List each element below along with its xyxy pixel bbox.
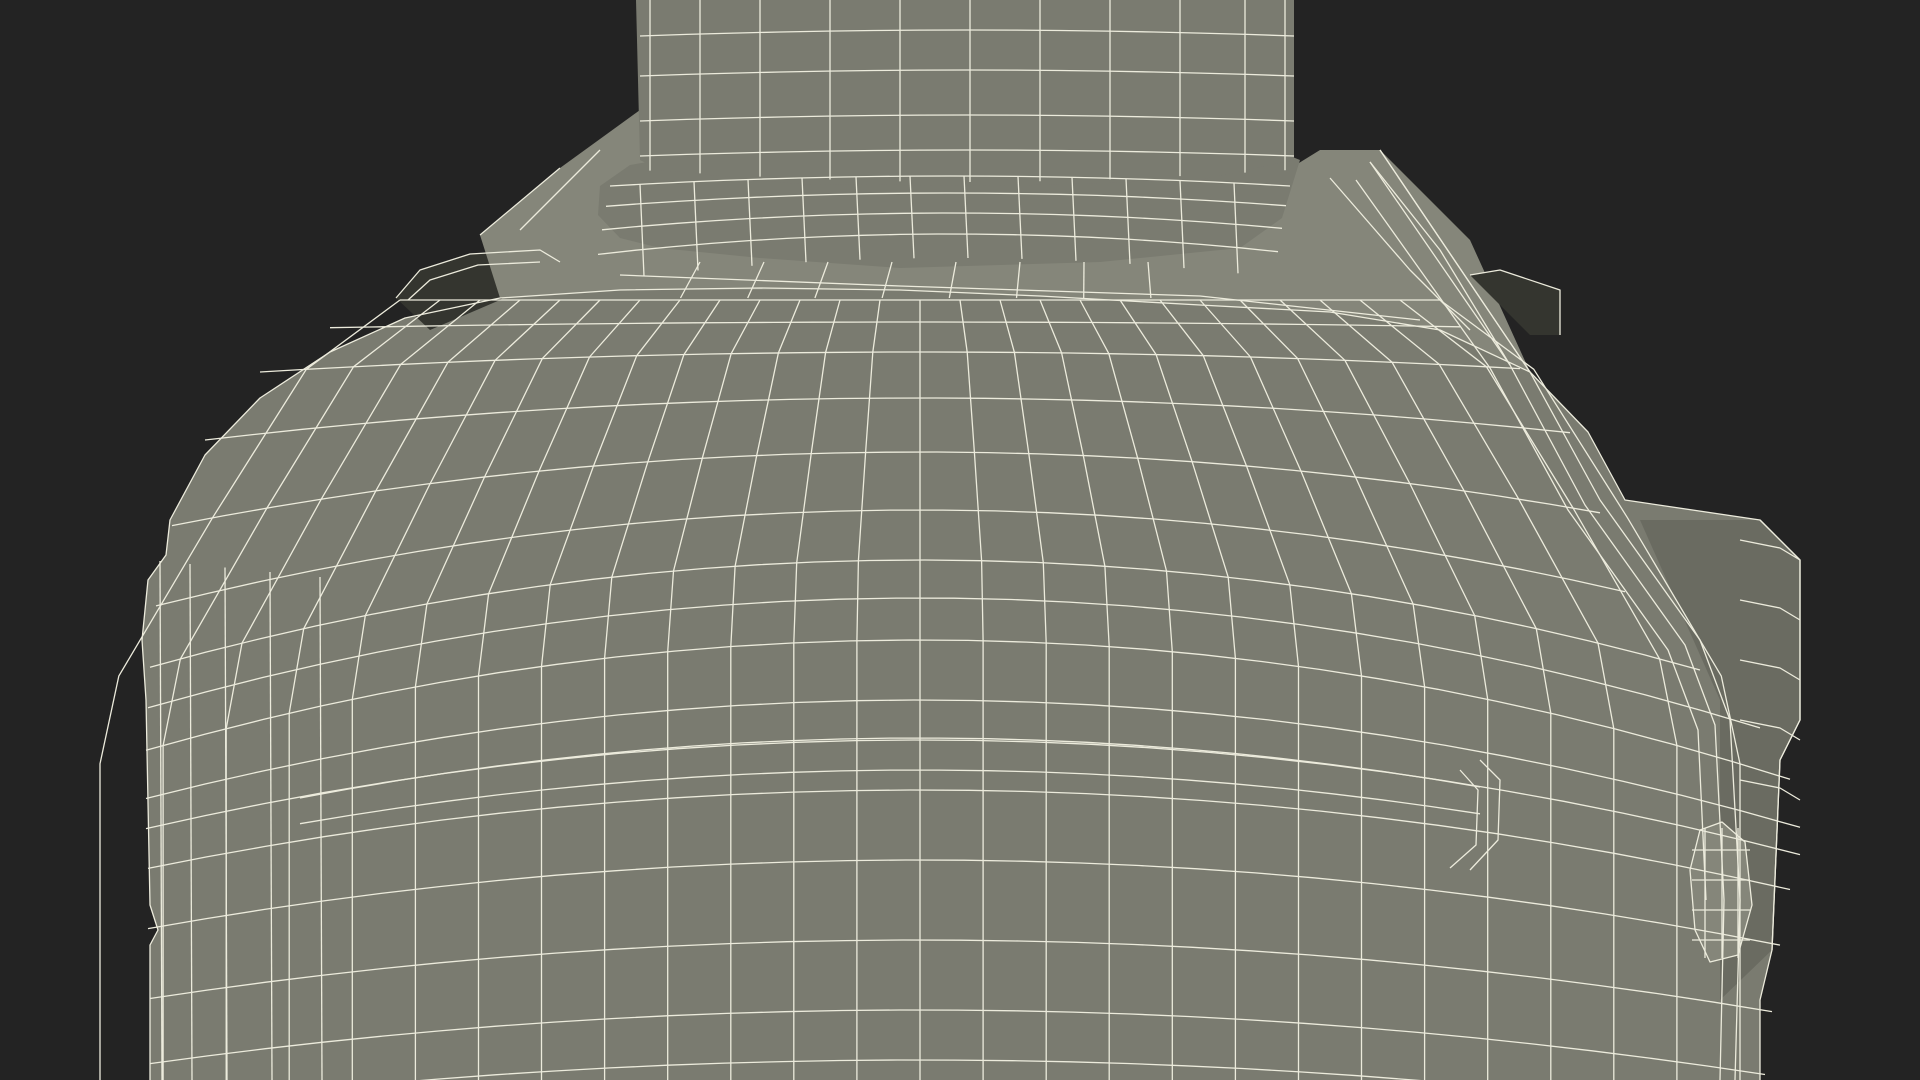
- neck-cylinder: [636, 0, 1294, 186]
- render-viewport[interactable]: [0, 0, 1920, 1080]
- wireframe-scene: [0, 0, 1920, 1080]
